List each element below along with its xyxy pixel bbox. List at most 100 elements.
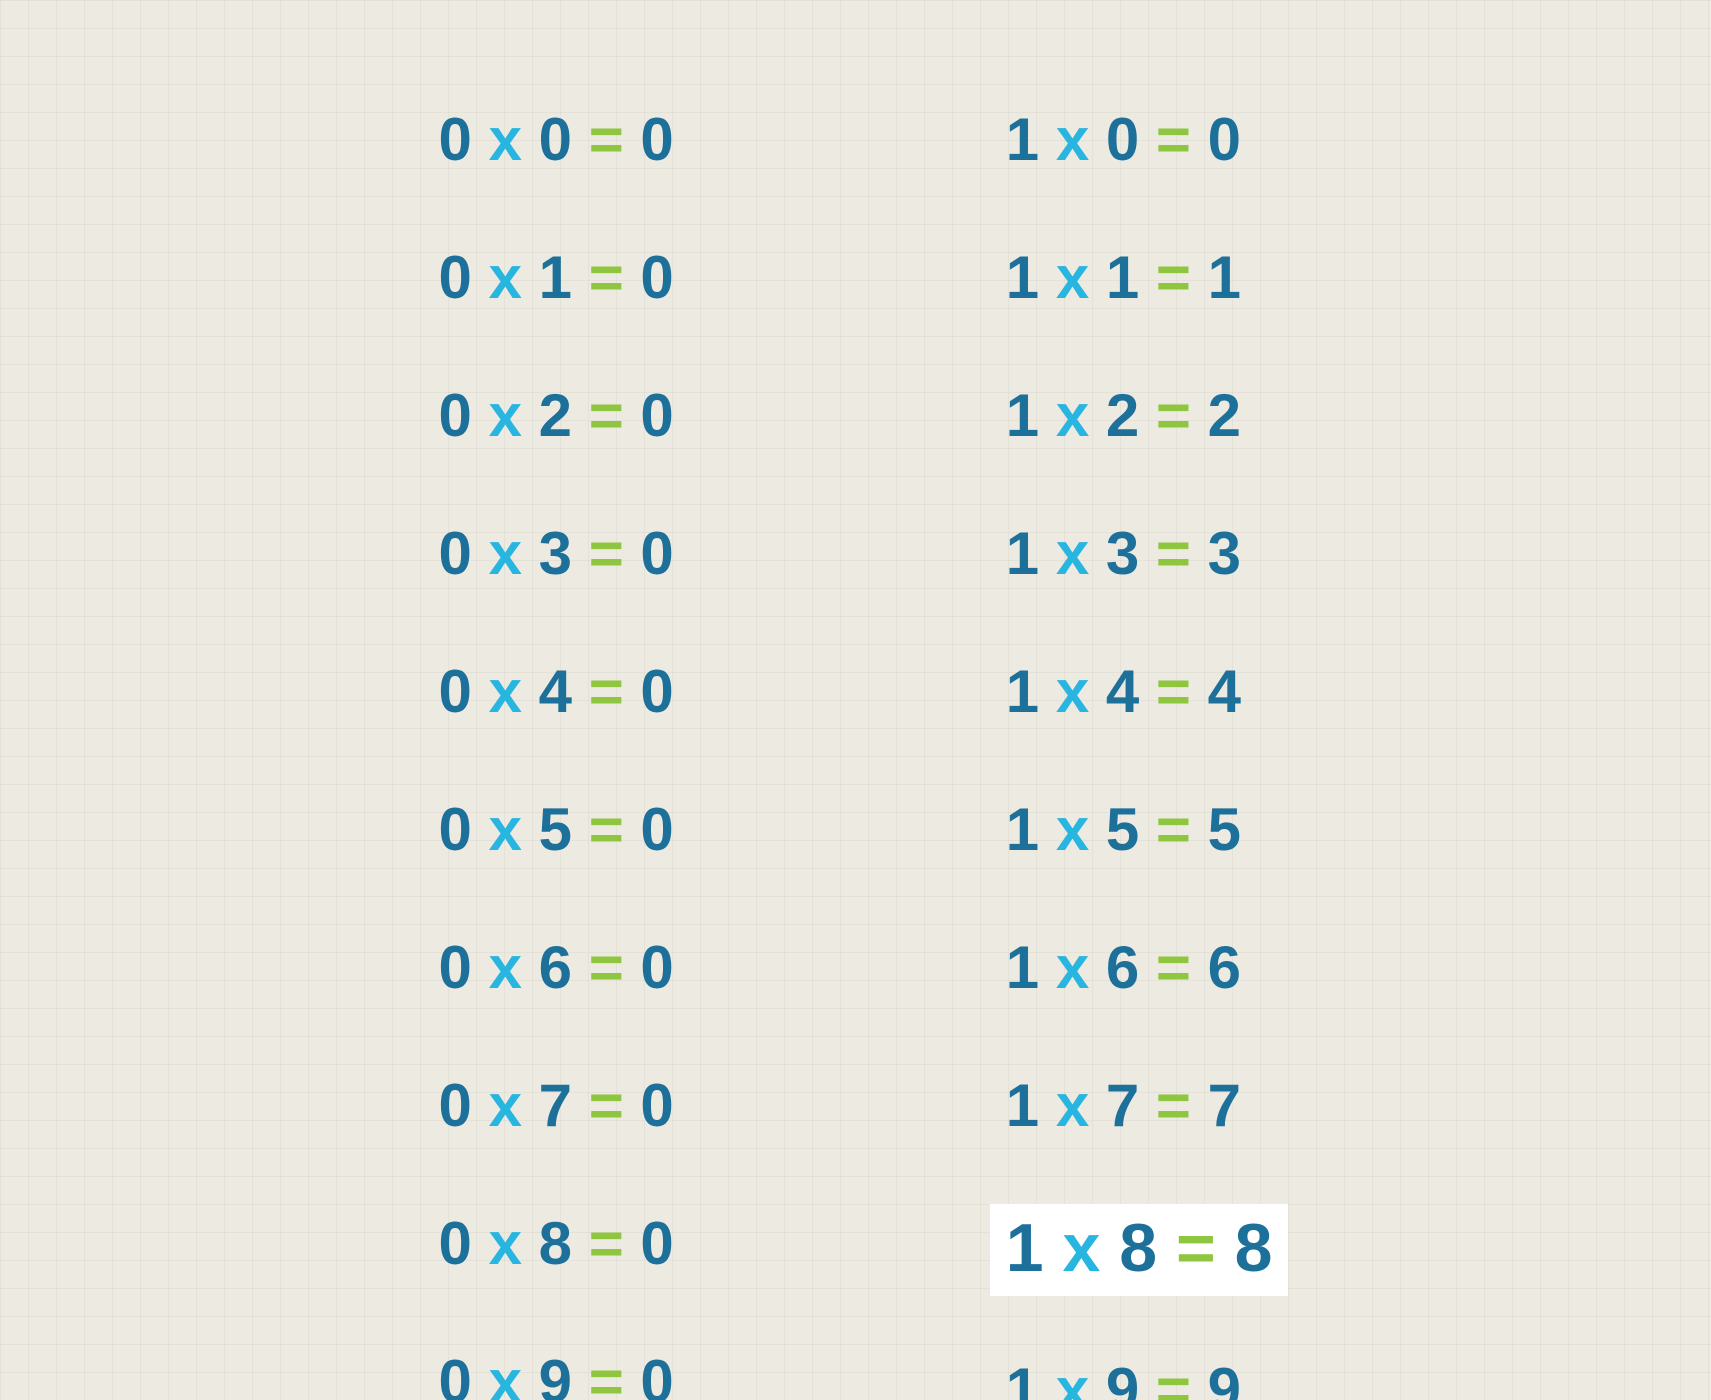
operand-a: 0 <box>439 110 472 170</box>
times-icon: x <box>1056 524 1089 584</box>
result: 1 <box>1208 248 1241 308</box>
equals-icon: = <box>1156 800 1191 860</box>
operand-b: 5 <box>539 800 572 860</box>
table-row: 0 x 9 = 0 <box>423 1342 690 1400</box>
times-icon: x <box>1056 1076 1089 1136</box>
operand-b: 2 <box>1106 386 1139 446</box>
result: 0 <box>640 248 673 308</box>
table-row: 0 x 2 = 0 <box>423 376 690 460</box>
equals-icon: = <box>1156 248 1191 308</box>
operand-b: 9 <box>539 1352 572 1400</box>
times-icon: x <box>489 1352 522 1400</box>
equals-icon: = <box>1156 1076 1191 1136</box>
times-icon: x <box>1056 800 1089 860</box>
operand-a: 1 <box>1006 1076 1039 1136</box>
table-row: 1 x 0 = 0 <box>990 100 1289 184</box>
table-row: 0 x 8 = 0 <box>423 1204 690 1288</box>
operand-a: 0 <box>439 938 472 998</box>
operand-a: 1 <box>1006 938 1039 998</box>
times-icon: x <box>489 524 522 584</box>
operand-a: 1 <box>1006 524 1039 584</box>
equals-icon: = <box>1176 1214 1216 1282</box>
result: 2 <box>1208 386 1241 446</box>
operand-b: 9 <box>1106 1360 1139 1400</box>
times-icon: x <box>1056 1360 1089 1400</box>
table-row: 0 x 4 = 0 <box>423 652 690 736</box>
equals-icon: = <box>589 524 624 584</box>
operand-a: 1 <box>1006 1360 1039 1400</box>
result: 0 <box>640 662 673 722</box>
operand-b: 0 <box>539 110 572 170</box>
table-row: 1 x 7 = 7 <box>990 1066 1289 1150</box>
equals-icon: = <box>1156 386 1191 446</box>
operand-b: 7 <box>1106 1076 1139 1136</box>
result: 6 <box>1208 938 1241 998</box>
operand-a: 0 <box>439 1214 472 1274</box>
result: 0 <box>640 938 673 998</box>
equals-icon: = <box>1156 1360 1191 1400</box>
operand-a: 1 <box>1006 800 1039 860</box>
operand-b: 8 <box>539 1214 572 1274</box>
times-icon: x <box>1063 1214 1101 1282</box>
equals-icon: = <box>1156 524 1191 584</box>
result: 0 <box>640 1352 673 1400</box>
result: 4 <box>1208 662 1241 722</box>
operand-a: 1 <box>1006 662 1039 722</box>
table-row: 0 x 6 = 0 <box>423 928 690 1012</box>
result: 0 <box>640 524 673 584</box>
operand-b: 1 <box>1106 248 1139 308</box>
table-row-highlighted: 1 x 8 = 8 <box>990 1204 1289 1296</box>
times-icon: x <box>1056 386 1089 446</box>
operand-a: 0 <box>439 1076 472 1136</box>
times-icon: x <box>489 1076 522 1136</box>
equals-icon: = <box>1156 110 1191 170</box>
operand-b: 5 <box>1106 800 1139 860</box>
table-row: 1 x 9 = 9 <box>990 1350 1289 1400</box>
times-icon: x <box>489 800 522 860</box>
table-row: 1 x 1 = 1 <box>990 238 1289 322</box>
result: 5 <box>1208 800 1241 860</box>
operand-b: 1 <box>539 248 572 308</box>
equals-icon: = <box>589 1214 624 1274</box>
times-icon: x <box>489 386 522 446</box>
operand-a: 0 <box>439 386 472 446</box>
result: 0 <box>1208 110 1241 170</box>
operand-a: 0 <box>439 248 472 308</box>
operand-a: 0 <box>439 524 472 584</box>
equals-icon: = <box>589 800 624 860</box>
result: 0 <box>640 1076 673 1136</box>
table-row: 1 x 5 = 5 <box>990 790 1289 874</box>
table-row: 0 x 0 = 0 <box>423 100 690 184</box>
times-table: 0 x 0 = 0 0 x 1 = 0 0 x 2 = 0 0 x 3 = 0 … <box>0 0 1711 1400</box>
equals-icon: = <box>589 938 624 998</box>
table-row: 0 x 7 = 0 <box>423 1066 690 1150</box>
times-icon: x <box>1056 248 1089 308</box>
times-icon: x <box>1056 662 1089 722</box>
result: 0 <box>640 800 673 860</box>
operand-a: 0 <box>439 800 472 860</box>
operand-b: 3 <box>1106 524 1139 584</box>
table-row: 0 x 1 = 0 <box>423 238 690 322</box>
operand-a: 0 <box>439 1352 472 1400</box>
operand-b: 8 <box>1119 1214 1157 1282</box>
equals-icon: = <box>589 248 624 308</box>
table-row: 1 x 2 = 2 <box>990 376 1289 460</box>
operand-b: 4 <box>539 662 572 722</box>
table-row: 1 x 6 = 6 <box>990 928 1289 1012</box>
table-row: 0 x 3 = 0 <box>423 514 690 598</box>
operand-a: 1 <box>1006 386 1039 446</box>
equals-icon: = <box>589 1076 624 1136</box>
times-icon: x <box>489 110 522 170</box>
result: 7 <box>1208 1076 1241 1136</box>
operand-b: 7 <box>539 1076 572 1136</box>
result: 0 <box>640 1214 673 1274</box>
times-icon: x <box>489 248 522 308</box>
operand-a: 0 <box>439 662 472 722</box>
equals-icon: = <box>589 386 624 446</box>
result: 3 <box>1208 524 1241 584</box>
operand-b: 3 <box>539 524 572 584</box>
times-icon: x <box>1056 938 1089 998</box>
result: 0 <box>640 110 673 170</box>
equals-icon: = <box>1156 938 1191 998</box>
column-1: 1 x 0 = 0 1 x 1 = 1 1 x 2 = 2 1 x 3 = 3 … <box>990 100 1289 1400</box>
